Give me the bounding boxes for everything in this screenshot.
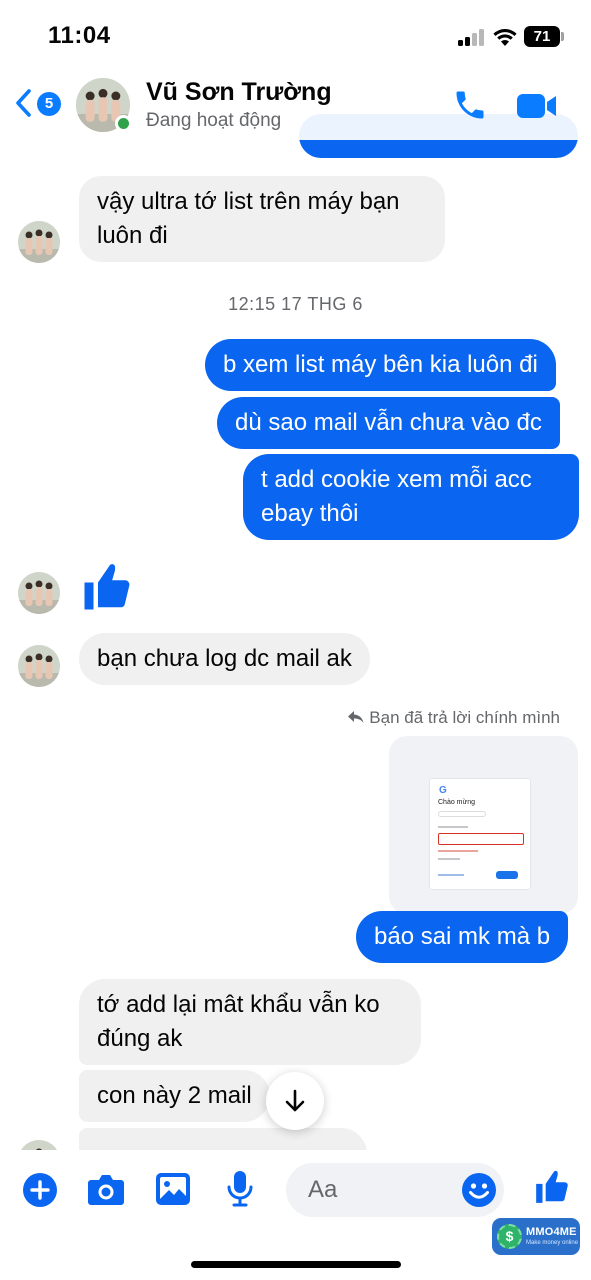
contact-avatar[interactable] [18, 645, 60, 687]
camera-icon[interactable] [87, 1172, 125, 1206]
message-text: đúng ak [97, 1025, 183, 1052]
coin-icon: $ [497, 1224, 522, 1249]
image-attachment[interactable]: G Chào mừng [389, 736, 578, 914]
message-bubble-incoming[interactable]: con này 2 mail [79, 1070, 270, 1122]
reply-note: Bạn đã trả lời chính mình [347, 708, 560, 728]
message-bubble-incoming[interactable] [79, 1128, 367, 1150]
message-bubble-outgoing[interactable]: b xem list máy bên kia luôn đi [205, 339, 556, 391]
header-avatar[interactable] [76, 78, 132, 132]
thumbs-up-send-icon[interactable] [533, 1168, 571, 1206]
message-text: vậy ultra tớ list trên máy bạn [97, 188, 400, 215]
message-text: tớ add lại mât khẩu vẫn ko [97, 991, 380, 1018]
conversation-header: 5 Vũ Sơn Trường Đang hoạt động [0, 70, 591, 140]
watermark-logo: $ MMO4ME Make money online [492, 1218, 580, 1255]
video-camera-icon[interactable] [516, 91, 558, 121]
battery-tip [561, 32, 564, 41]
back-button[interactable]: 5 [12, 84, 64, 124]
thumbnail-title: Chào mừng [438, 799, 475, 806]
reply-note-text: Bạn đã trả lời chính mình [369, 708, 560, 727]
reply-icon [348, 711, 364, 723]
wifi-icon [493, 29, 517, 46]
message-bubble-incoming[interactable]: tớ add lại mât khẩu vẫn ko đúng ak [79, 979, 421, 1065]
arrow-down-icon [285, 1089, 305, 1112]
message-composer [0, 1150, 591, 1280]
home-indicator [191, 1261, 401, 1268]
online-status-dot [115, 115, 132, 132]
microphone-icon[interactable] [226, 1170, 254, 1208]
emoji-icon[interactable] [461, 1172, 497, 1208]
message-bubble-incoming[interactable]: vậy ultra tớ list trên máy bạn luôn đi [79, 176, 445, 262]
thumbnail-account-pill [438, 811, 486, 817]
scroll-to-bottom-button[interactable] [266, 1072, 324, 1130]
watermark-tagline: Make money online [526, 1240, 579, 1246]
message-text: ebay thôi [261, 500, 359, 527]
thumbnail-line [438, 874, 464, 876]
thumbnail-line [438, 858, 460, 860]
message-bubble-outgoing[interactable]: báo sai mk mà b [356, 911, 569, 963]
status-time: 11:04 [48, 22, 111, 49]
signal-icon [458, 29, 484, 46]
battery-indicator: 71 [524, 26, 560, 47]
back-chevron-icon [16, 89, 31, 117]
screenshot-thumbnail: G Chào mừng [429, 778, 531, 890]
message-bubble-outgoing[interactable]: t add cookie xem mỗi acc ebay thôi [243, 454, 579, 540]
contact-avatar[interactable] [18, 572, 60, 614]
google-logo: G [439, 785, 447, 796]
status-bar: 11:04 71 [0, 0, 591, 70]
contact-status: Đang hoạt động [146, 110, 282, 131]
plus-icon[interactable] [22, 1172, 58, 1208]
unread-count-badge: 5 [37, 92, 61, 116]
thumbs-up-icon[interactable] [80, 560, 134, 614]
watermark-brand: MMO4ME [526, 1226, 577, 1238]
message-bubble-incoming[interactable]: bạn chưa log dc mail ak [79, 633, 370, 685]
phone-icon[interactable] [452, 87, 488, 123]
thumbnail-line [438, 850, 478, 852]
message-text: luôn đi [97, 222, 168, 249]
contact-avatar[interactable] [18, 1140, 60, 1150]
thumbnail-next-button [496, 871, 518, 879]
image-icon[interactable] [155, 1172, 191, 1206]
message-list[interactable]: vậy ultra tớ list trên máy bạn luôn đi 1… [0, 70, 591, 1150]
message-timestamp: 12:15 17 THG 6 [228, 294, 363, 314]
contact-avatar[interactable] [18, 221, 60, 263]
thumbnail-password-field [438, 833, 524, 845]
message-bubble-outgoing[interactable]: dù sao mail vẫn chưa vào đc [217, 397, 560, 449]
message-text: t add cookie xem mỗi acc [261, 466, 532, 493]
contact-name[interactable]: Vũ Sơn Trường [146, 78, 332, 107]
thumbnail-line [438, 826, 468, 828]
